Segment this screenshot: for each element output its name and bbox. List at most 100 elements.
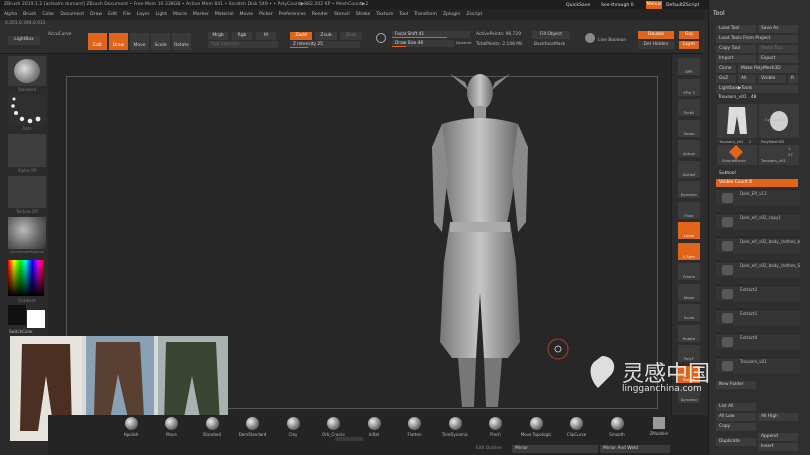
subtool-item[interactable]: Trousers_v01 (716, 357, 800, 373)
menu-preferences[interactable]: Preferences (279, 12, 306, 17)
menu-movie[interactable]: Movie (239, 12, 253, 17)
import-button[interactable]: Import (716, 55, 756, 63)
tool-thumb-trousers[interactable] (717, 104, 757, 138)
main-color-swatch[interactable] (27, 310, 45, 328)
brush-smooth[interactable]: Smooth (598, 417, 636, 437)
focal-shift-slider[interactable]: Focal Shift 41 (392, 31, 470, 38)
menu-alpha[interactable]: Alpha (4, 12, 17, 17)
shelf-floor-button[interactable]: Floor (678, 201, 700, 219)
shelf-zoom-button[interactable]: Zoom (678, 119, 700, 137)
shelf-move-button[interactable]: Move (678, 283, 700, 301)
subtool-item[interactable]: Extract2 (716, 285, 800, 301)
shelf-frame-button[interactable]: Frame (678, 263, 700, 280)
double-button[interactable]: Double (638, 31, 674, 39)
texture-thumbnail[interactable] (8, 176, 46, 208)
export-button[interactable]: Export (758, 55, 798, 63)
subtool-item[interactable]: Dark_Elf_v11 (716, 189, 800, 205)
menu-tool[interactable]: Tool (399, 12, 408, 17)
paste-tool-button[interactable]: Paste Tool (758, 45, 798, 53)
menu-zplugin[interactable]: Zplugin (443, 12, 460, 17)
switch-color-button[interactable]: SwitchColor (9, 329, 33, 334)
brush-clipcurve[interactable]: ClipCurve (558, 417, 596, 437)
menus-toggle[interactable]: Menus (646, 1, 662, 9)
shelf-scroll-handle[interactable] (335, 437, 363, 441)
shelf-rotate-button[interactable]: Rotate (678, 324, 700, 342)
visible-count-slider[interactable]: Visible Count 8 (716, 179, 798, 187)
draw-mode-button[interactable]: Draw (109, 33, 128, 50)
menu-picker[interactable]: Picker (259, 12, 273, 17)
mirror-button[interactable]: Mirror (512, 445, 598, 453)
rotate-mode-button[interactable]: Rotate (172, 33, 191, 50)
subtool-item[interactable]: Extract0 (716, 333, 800, 349)
backface-mask-toggle[interactable]: BackfaceMask (534, 42, 565, 47)
edit-outline-label[interactable]: Edit Outline (476, 446, 502, 451)
fill-object-button[interactable]: Fill Object (532, 31, 570, 39)
menu-texture[interactable]: Texture (376, 12, 393, 17)
z-intensity-slider[interactable]: Z Intensity 25 (290, 41, 360, 48)
copy-tool-button[interactable]: Copy Tool (716, 45, 756, 53)
sculpt-model[interactable] (420, 62, 540, 414)
menu-document[interactable]: Document (60, 12, 84, 17)
m-button[interactable]: M (256, 32, 276, 40)
material-thumbnail[interactable] (8, 217, 46, 249)
menu-transform[interactable]: Transform (414, 12, 437, 17)
stroke-thumbnail[interactable] (8, 95, 46, 125)
brush-move[interactable]: Move (153, 417, 191, 437)
menu-marker[interactable]: Marker (193, 12, 209, 17)
list-all-button[interactable]: List All (716, 403, 756, 411)
shelf-aahalf-button[interactable]: AAHalf (678, 160, 700, 178)
move-mode-button[interactable]: Move (130, 33, 149, 50)
rgb-intensity-slider[interactable]: Rgb Intensity (208, 41, 278, 48)
color-picker[interactable] (8, 260, 44, 296)
brush-flatten[interactable]: Flatten (396, 417, 434, 437)
clone-button[interactable]: Clone (716, 65, 736, 73)
new-folder-button[interactable]: New Folder (716, 381, 756, 389)
brush-orb-cracks[interactable]: Orb_Cracks (315, 417, 353, 437)
insert-button[interactable]: Insert (758, 443, 798, 451)
zadd-button[interactable]: Zadd (290, 32, 312, 40)
menu-layer[interactable]: Layer (137, 12, 150, 17)
menu-draw[interactable]: Draw (90, 12, 102, 17)
brush-move-topologic[interactable]: Move Topologic (517, 417, 555, 437)
menu-zscript[interactable]: Zscript (466, 12, 482, 17)
alpha-thumbnail[interactable] (8, 134, 46, 167)
dynamic-toggle[interactable]: Dynamic (456, 41, 472, 45)
load-tools-from-project-button[interactable]: Load Tools From Project (716, 35, 798, 43)
menu-light[interactable]: Light (156, 12, 167, 17)
subtool-item[interactable]: Dark_elf_v02_body_clothes_blo (716, 237, 800, 253)
live-boolean-toggle[interactable]: Live Boolean (598, 38, 626, 43)
menu-macro[interactable]: Macro (173, 12, 187, 17)
shelf-l-sym-button[interactable]: L.Sym (678, 242, 700, 260)
menu-render[interactable]: Render (312, 12, 328, 17)
zsub-button[interactable]: Zsub (315, 32, 337, 40)
subtool-item[interactable]: Extract1 (716, 309, 800, 325)
save-as-button[interactable]: Save As (758, 25, 798, 33)
secondary-color-swatch[interactable] (8, 305, 26, 325)
shelf-scale-button[interactable]: Scale (678, 304, 700, 321)
brush-pinch[interactable]: Pinch (477, 417, 515, 437)
lightbox-button[interactable]: LightBox (8, 36, 40, 45)
append-button[interactable]: Append (758, 433, 798, 441)
subtool-header[interactable]: Subtool (719, 171, 736, 176)
menu-brush[interactable]: Brush (23, 12, 36, 17)
menu-stencil[interactable]: Stencil (334, 12, 350, 17)
brush-trimdynamic[interactable]: TrimDynamic (436, 417, 474, 437)
goz-button[interactable]: GoZ (716, 75, 736, 83)
r-button[interactable]: R (788, 75, 798, 83)
shelf-dynamic-persp-button[interactable]: Dynamic Persp (678, 181, 700, 198)
menu-stroke[interactable]: Stroke (356, 12, 371, 17)
shelf-spix-3-button[interactable]: SPix 3 (678, 78, 700, 96)
mirror-and-weld-button[interactable]: Mirror And Weld (600, 445, 670, 453)
zcut-button[interactable]: Zcut (340, 32, 362, 40)
shelf-actual-button[interactable]: Actual (678, 140, 700, 157)
mrgb-button[interactable]: Mrgb (208, 32, 228, 40)
grp-button[interactable]: Grp (679, 31, 699, 39)
brush-hpolish[interactable]: Hpolish (112, 417, 150, 437)
copy-subtool-button[interactable]: Copy (716, 423, 756, 431)
all-low-button[interactable]: All Low (716, 413, 756, 421)
brush-clay[interactable]: Clay (274, 417, 312, 437)
edit-mode-button[interactable]: Edit (88, 33, 107, 50)
draw-size-slider[interactable]: Draw Size 46 (392, 40, 454, 47)
brush-thumbnail[interactable] (8, 56, 46, 86)
brush-damstandard[interactable]: DamStandard (234, 417, 272, 437)
